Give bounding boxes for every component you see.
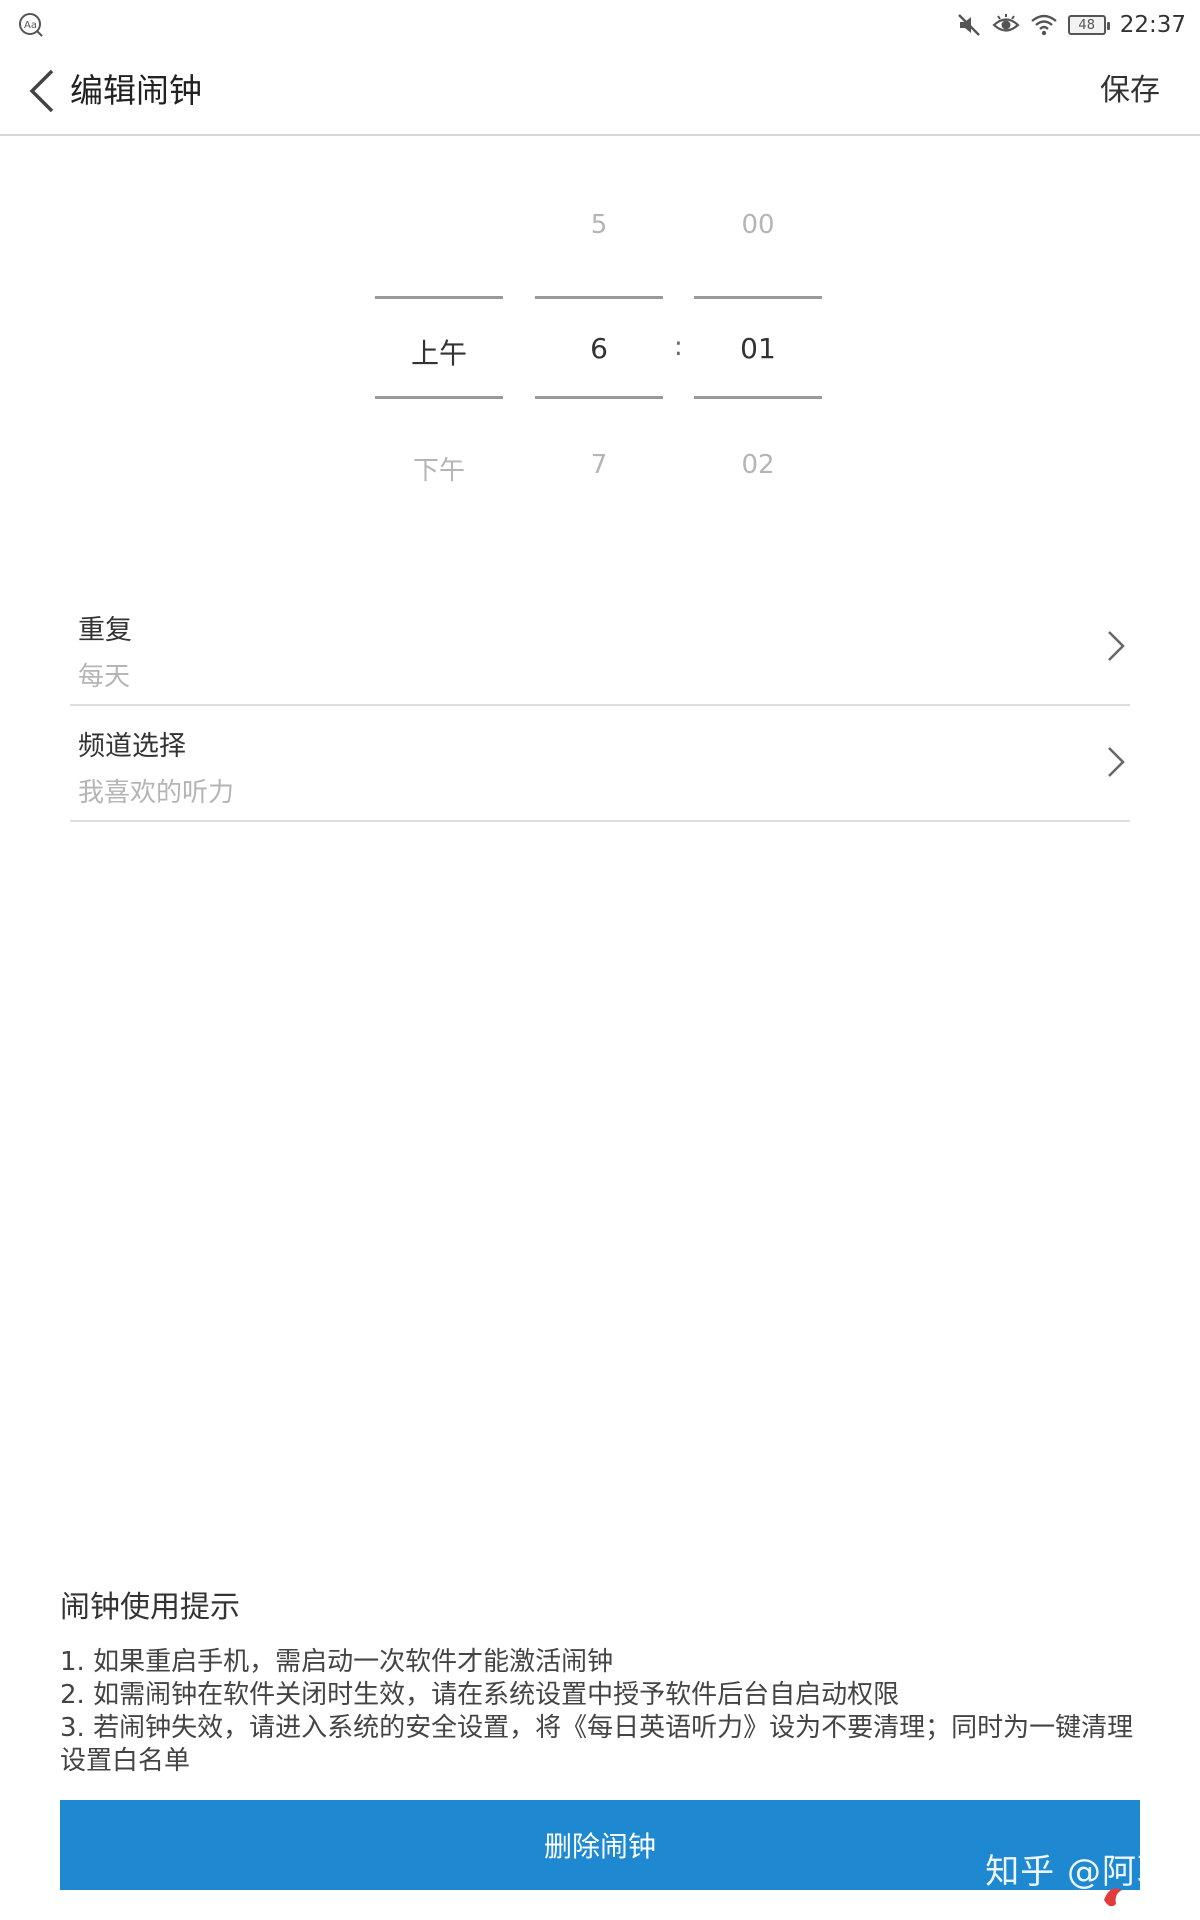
save-button[interactable]: 保存 bbox=[1100, 68, 1160, 114]
hour-selector-top-line bbox=[535, 296, 663, 299]
period-selected: 上午 bbox=[410, 337, 467, 370]
period-below: 下午 bbox=[412, 456, 465, 486]
hour-selector-bottom-line bbox=[535, 396, 663, 399]
battery-level: 48 bbox=[1078, 17, 1095, 33]
tip-line: 1. 如果重启手机，需启动一次软件才能激活闹钟 bbox=[60, 1647, 614, 1677]
wifi-icon bbox=[1030, 14, 1057, 36]
repeat-value: 每天 bbox=[78, 662, 131, 692]
eye-icon bbox=[992, 14, 1020, 32]
text-size-icon: Aa bbox=[19, 13, 43, 37]
delete-alarm-label: 删除闹钟 bbox=[543, 1830, 656, 1863]
minute-below: 02 bbox=[741, 450, 775, 480]
delete-alarm-button[interactable]: 删除闹钟 bbox=[60, 1800, 1140, 1890]
period-selector-top-line bbox=[375, 296, 503, 299]
mute-icon bbox=[957, 14, 980, 36]
minute-wheel[interactable]: 00 01 02 bbox=[694, 136, 822, 536]
channel-value: 我喜欢的听力 bbox=[78, 778, 235, 808]
chevron-right-icon bbox=[1108, 747, 1125, 777]
time-separator: : bbox=[674, 332, 683, 362]
title-bar: 编辑闹钟 保存 bbox=[0, 48, 1200, 136]
channel-label: 频道选择 bbox=[78, 731, 186, 762]
status-clock: 22:37 bbox=[1119, 12, 1186, 38]
channel-row[interactable]: 频道选择 我喜欢的听力 bbox=[70, 706, 1130, 822]
hour-below: 7 bbox=[590, 450, 608, 480]
period-wheel[interactable]: 上午 下午 bbox=[375, 136, 503, 536]
period-selector-bottom-line bbox=[375, 396, 503, 399]
page-title: 编辑闹钟 bbox=[70, 71, 202, 110]
chevron-left-icon bbox=[29, 69, 54, 113]
hour-above: 5 bbox=[590, 210, 608, 240]
tips-title: 闹钟使用提示 bbox=[60, 1590, 240, 1625]
tip-line: 3. 若闹钟失效，请进入系统的安全设置，将《每日英语听力》设为不要清理；同时为一… bbox=[60, 1713, 1134, 1776]
edit-alarm-screen: Aa 48 22:37 编辑闹钟 保存 上午 下午 5 6 7: 00 01 … bbox=[0, 0, 1200, 1920]
minute-above: 00 bbox=[741, 210, 775, 240]
status-icons: 48 22:37 bbox=[956, 8, 1186, 42]
repeat-row[interactable]: 重复 每天 bbox=[70, 590, 1130, 706]
hour-selected: 6 bbox=[590, 332, 608, 365]
status-bar: Aa 48 22:37 bbox=[0, 0, 1200, 48]
time-picker: 上午 下午 5 6 7 : 00 01 02 bbox=[0, 136, 1200, 536]
tip-line: 2. 如需闹钟在软件关闭时生效，请在系统设置中授予软件后台自启动权限 bbox=[60, 1680, 900, 1710]
hour-wheel[interactable]: 5 6 7 bbox=[535, 136, 663, 536]
svg-text:Aa: Aa bbox=[24, 20, 37, 31]
back-button[interactable] bbox=[20, 66, 64, 116]
repeat-label: 重复 bbox=[78, 615, 132, 646]
site-logo-icon bbox=[1104, 1888, 1190, 1908]
minute-selector-bottom-line bbox=[694, 396, 822, 399]
minute-selected: 01 bbox=[740, 332, 776, 365]
battery-indicator: 48 bbox=[1067, 15, 1110, 35]
tips-list: 1. 如果重启手机，需启动一次软件才能激活闹钟 2. 如需闹钟在软件关闭时生效，… bbox=[60, 1646, 1140, 1778]
minute-selector-top-line bbox=[694, 296, 822, 299]
chevron-right-icon bbox=[1108, 631, 1125, 661]
